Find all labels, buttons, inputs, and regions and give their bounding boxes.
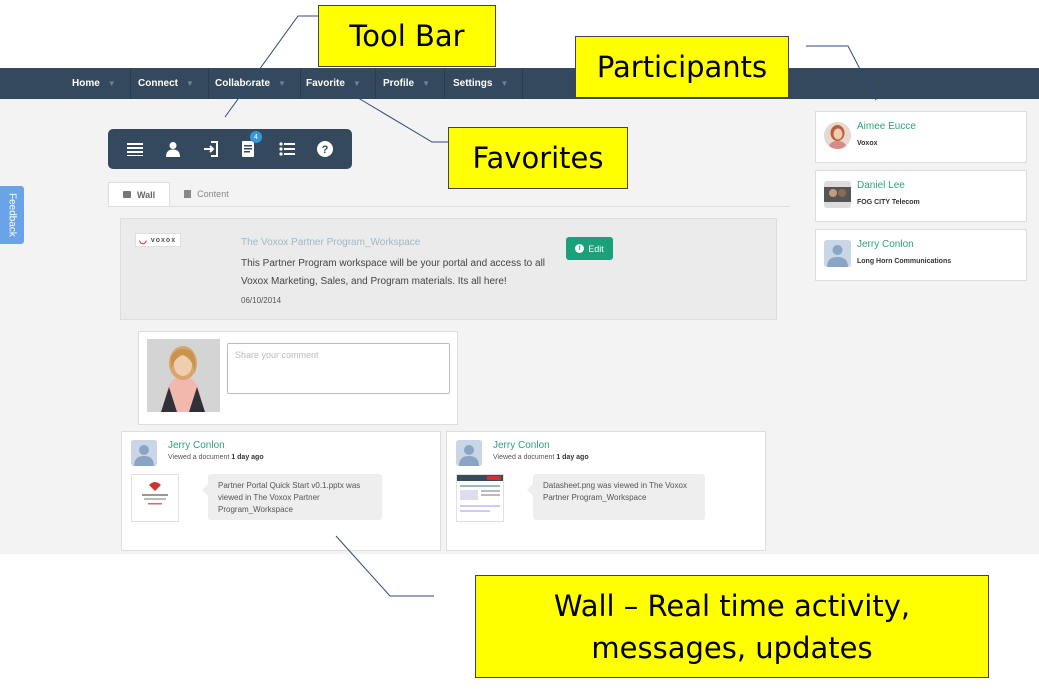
participants-connector [806, 45, 877, 101]
favorites-callout-text: Favorites [472, 141, 604, 175]
participants-callout-text: Participants [596, 50, 768, 84]
wall-callout: Wall – Real time activity, messages, upd… [475, 575, 989, 678]
wall-callout-line1: Wall – Real time activity, [553, 588, 911, 623]
wall-callout-line2: messages, updates [591, 630, 873, 665]
wall-connector [335, 535, 434, 597]
toolbar-callout: Tool Bar [318, 5, 496, 67]
favorites-callout: Favorites [448, 127, 628, 189]
favorites-connector [337, 85, 448, 143]
participants-callout: Participants [575, 36, 789, 98]
toolbar-callout-text: Tool Bar [349, 19, 465, 53]
toolbar-connector [224, 15, 318, 118]
